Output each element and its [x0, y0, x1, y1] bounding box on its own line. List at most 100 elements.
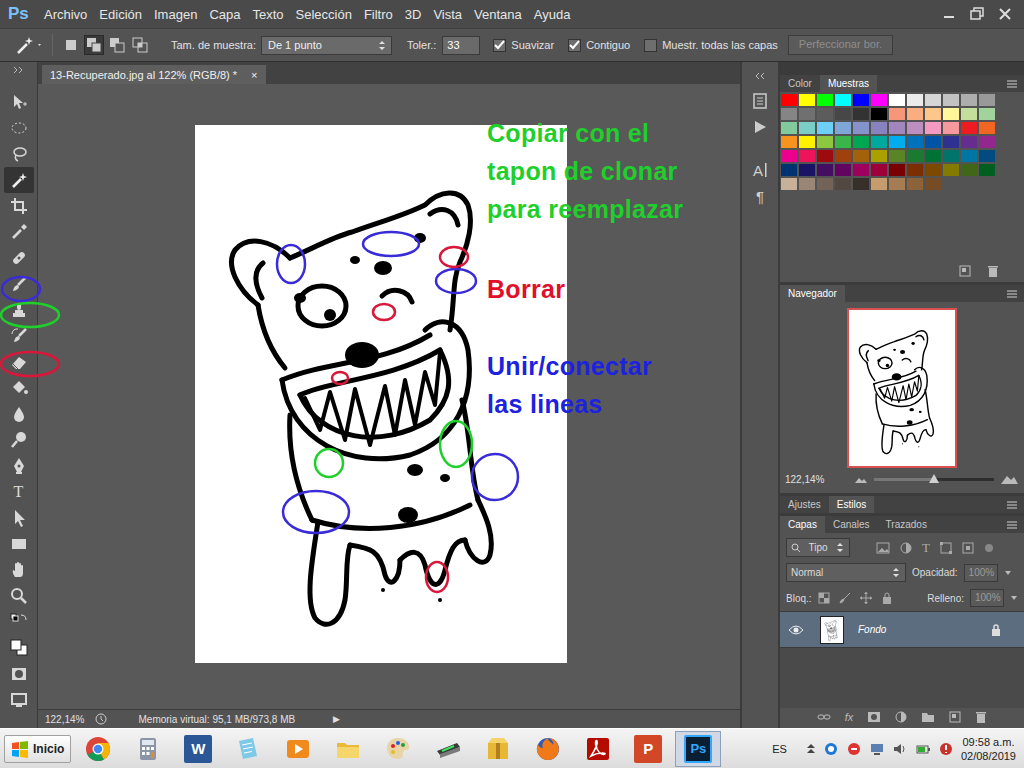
swatch[interactable] [835, 150, 851, 162]
taskbar-app-button[interactable] [525, 731, 571, 767]
taskbar-app-button[interactable]: W [175, 731, 221, 767]
swatch[interactable] [853, 150, 869, 162]
close-icon[interactable] [996, 6, 1014, 22]
swatch[interactable] [799, 122, 815, 134]
menu-item[interactable]: Ventana [468, 7, 528, 22]
layer-style-button[interactable]: fx [845, 711, 854, 723]
lock-all-icon[interactable] [881, 592, 893, 604]
shape-filter-icon[interactable] [940, 542, 952, 554]
swatch[interactable] [853, 122, 869, 134]
update-tray-icon[interactable] [938, 741, 954, 757]
character-panel-button[interactable]: A [753, 157, 767, 183]
collapse-icon[interactable] [13, 66, 25, 74]
taskbar-app-button[interactable] [275, 731, 321, 767]
swatch[interactable] [817, 178, 833, 190]
adjustment-layer-icon[interactable] [895, 711, 907, 723]
app-logo[interactable]: Ps [0, 4, 38, 24]
checkbox-option[interactable]: Muestr. todas las capas [644, 39, 778, 52]
swatch[interactable] [853, 108, 869, 120]
panel-menu[interactable] [1006, 516, 1024, 533]
tool-button[interactable] [4, 661, 34, 687]
selection-mode-button[interactable] [61, 35, 81, 55]
tool-button[interactable] [4, 349, 34, 375]
layer-row[interactable]: Fondo [780, 612, 1024, 648]
swatch[interactable] [853, 94, 869, 106]
swatch[interactable] [889, 150, 905, 162]
tool-button[interactable]: T [4, 479, 34, 505]
swatch[interactable] [889, 178, 905, 190]
magic-wand-icon[interactable] [14, 34, 44, 56]
swatch[interactable] [817, 136, 833, 148]
actions-panel-button[interactable] [751, 114, 769, 140]
selection-mode-button[interactable] [84, 35, 104, 55]
tool-button[interactable] [4, 609, 34, 635]
menu-item[interactable]: Capa [203, 7, 246, 22]
new-swatch-icon[interactable] [958, 264, 972, 278]
close-tab-button[interactable]: × [251, 69, 257, 81]
panel-menu-icon[interactable] [1006, 500, 1018, 510]
swatch[interactable] [943, 122, 959, 134]
zoom-level[interactable]: 122,14% [45, 714, 84, 725]
swatch[interactable] [835, 122, 851, 134]
taskbar-app-button[interactable] [575, 731, 621, 767]
blend-mode-dropdown[interactable]: Normal [786, 563, 906, 582]
swatch[interactable] [835, 108, 851, 120]
restore-icon[interactable] [968, 6, 986, 22]
taskbar-app-button[interactable] [325, 731, 371, 767]
link-layers-icon[interactable] [817, 712, 831, 722]
swatch[interactable] [907, 122, 923, 134]
panel-menu[interactable] [1006, 285, 1024, 302]
swatch[interactable] [907, 94, 923, 106]
paragraph-panel-button[interactable]: ¶ [756, 183, 764, 209]
swatch[interactable] [835, 136, 851, 148]
taskbar-app-button[interactable]: P [625, 731, 671, 767]
swatch[interactable] [889, 136, 905, 148]
taskbar-app-button[interactable] [225, 731, 271, 767]
fill-field[interactable]: 100% [970, 589, 1004, 607]
swatch[interactable] [889, 122, 905, 134]
swatch[interactable] [781, 122, 797, 134]
delete-layer-icon[interactable] [975, 711, 987, 723]
fill-arrow-icon[interactable] [1010, 593, 1018, 603]
tool-button[interactable] [4, 375, 34, 401]
panel-menu-icon[interactable] [1006, 520, 1018, 530]
menu-item[interactable]: Texto [246, 7, 289, 22]
tolerance-input[interactable]: 33 [442, 36, 480, 55]
swatch[interactable] [943, 164, 959, 176]
panel-tab[interactable]: Ajustes [780, 496, 829, 513]
menu-item[interactable]: Filtro [358, 7, 399, 22]
swatch[interactable] [799, 178, 815, 190]
swatch[interactable] [979, 108, 995, 120]
swatch[interactable] [799, 164, 815, 176]
swatch[interactable] [817, 164, 833, 176]
taskbar-app-button[interactable] [125, 731, 171, 767]
swatch[interactable] [871, 150, 887, 162]
swatch[interactable] [871, 122, 887, 134]
taskbar-app-button[interactable] [375, 731, 421, 767]
swatch[interactable] [943, 150, 959, 162]
swatch[interactable] [907, 150, 923, 162]
lock-transparency-icon[interactable] [818, 592, 830, 604]
swatch[interactable] [979, 94, 995, 106]
swatch[interactable] [925, 164, 941, 176]
zoom-in-icon[interactable] [1000, 473, 1018, 485]
tool-button[interactable] [4, 323, 34, 349]
adjustment-filter-icon[interactable] [900, 542, 912, 554]
checkbox[interactable] [493, 39, 506, 52]
opacity-field[interactable]: 100% [964, 564, 998, 582]
swatch[interactable] [835, 178, 851, 190]
swatch[interactable] [943, 108, 959, 120]
show-hidden-icon[interactable] [806, 743, 816, 755]
panel-tab[interactable]: Canales [825, 516, 878, 533]
swatch[interactable] [871, 108, 887, 120]
add-mask-icon[interactable] [867, 711, 881, 723]
lock-pixels-icon[interactable] [839, 592, 851, 604]
menu-item[interactable]: Selección [290, 7, 358, 22]
swatch[interactable] [925, 94, 941, 106]
swatch[interactable] [961, 136, 977, 148]
swatch[interactable] [979, 164, 995, 176]
document-tab[interactable]: 13-Recuperado.jpg al 122% (RGB/8) *× [42, 65, 266, 84]
swatch[interactable] [907, 178, 923, 190]
panel-tab[interactable]: Color [780, 75, 820, 92]
taskbar-app-button[interactable]: Ps [675, 731, 721, 767]
